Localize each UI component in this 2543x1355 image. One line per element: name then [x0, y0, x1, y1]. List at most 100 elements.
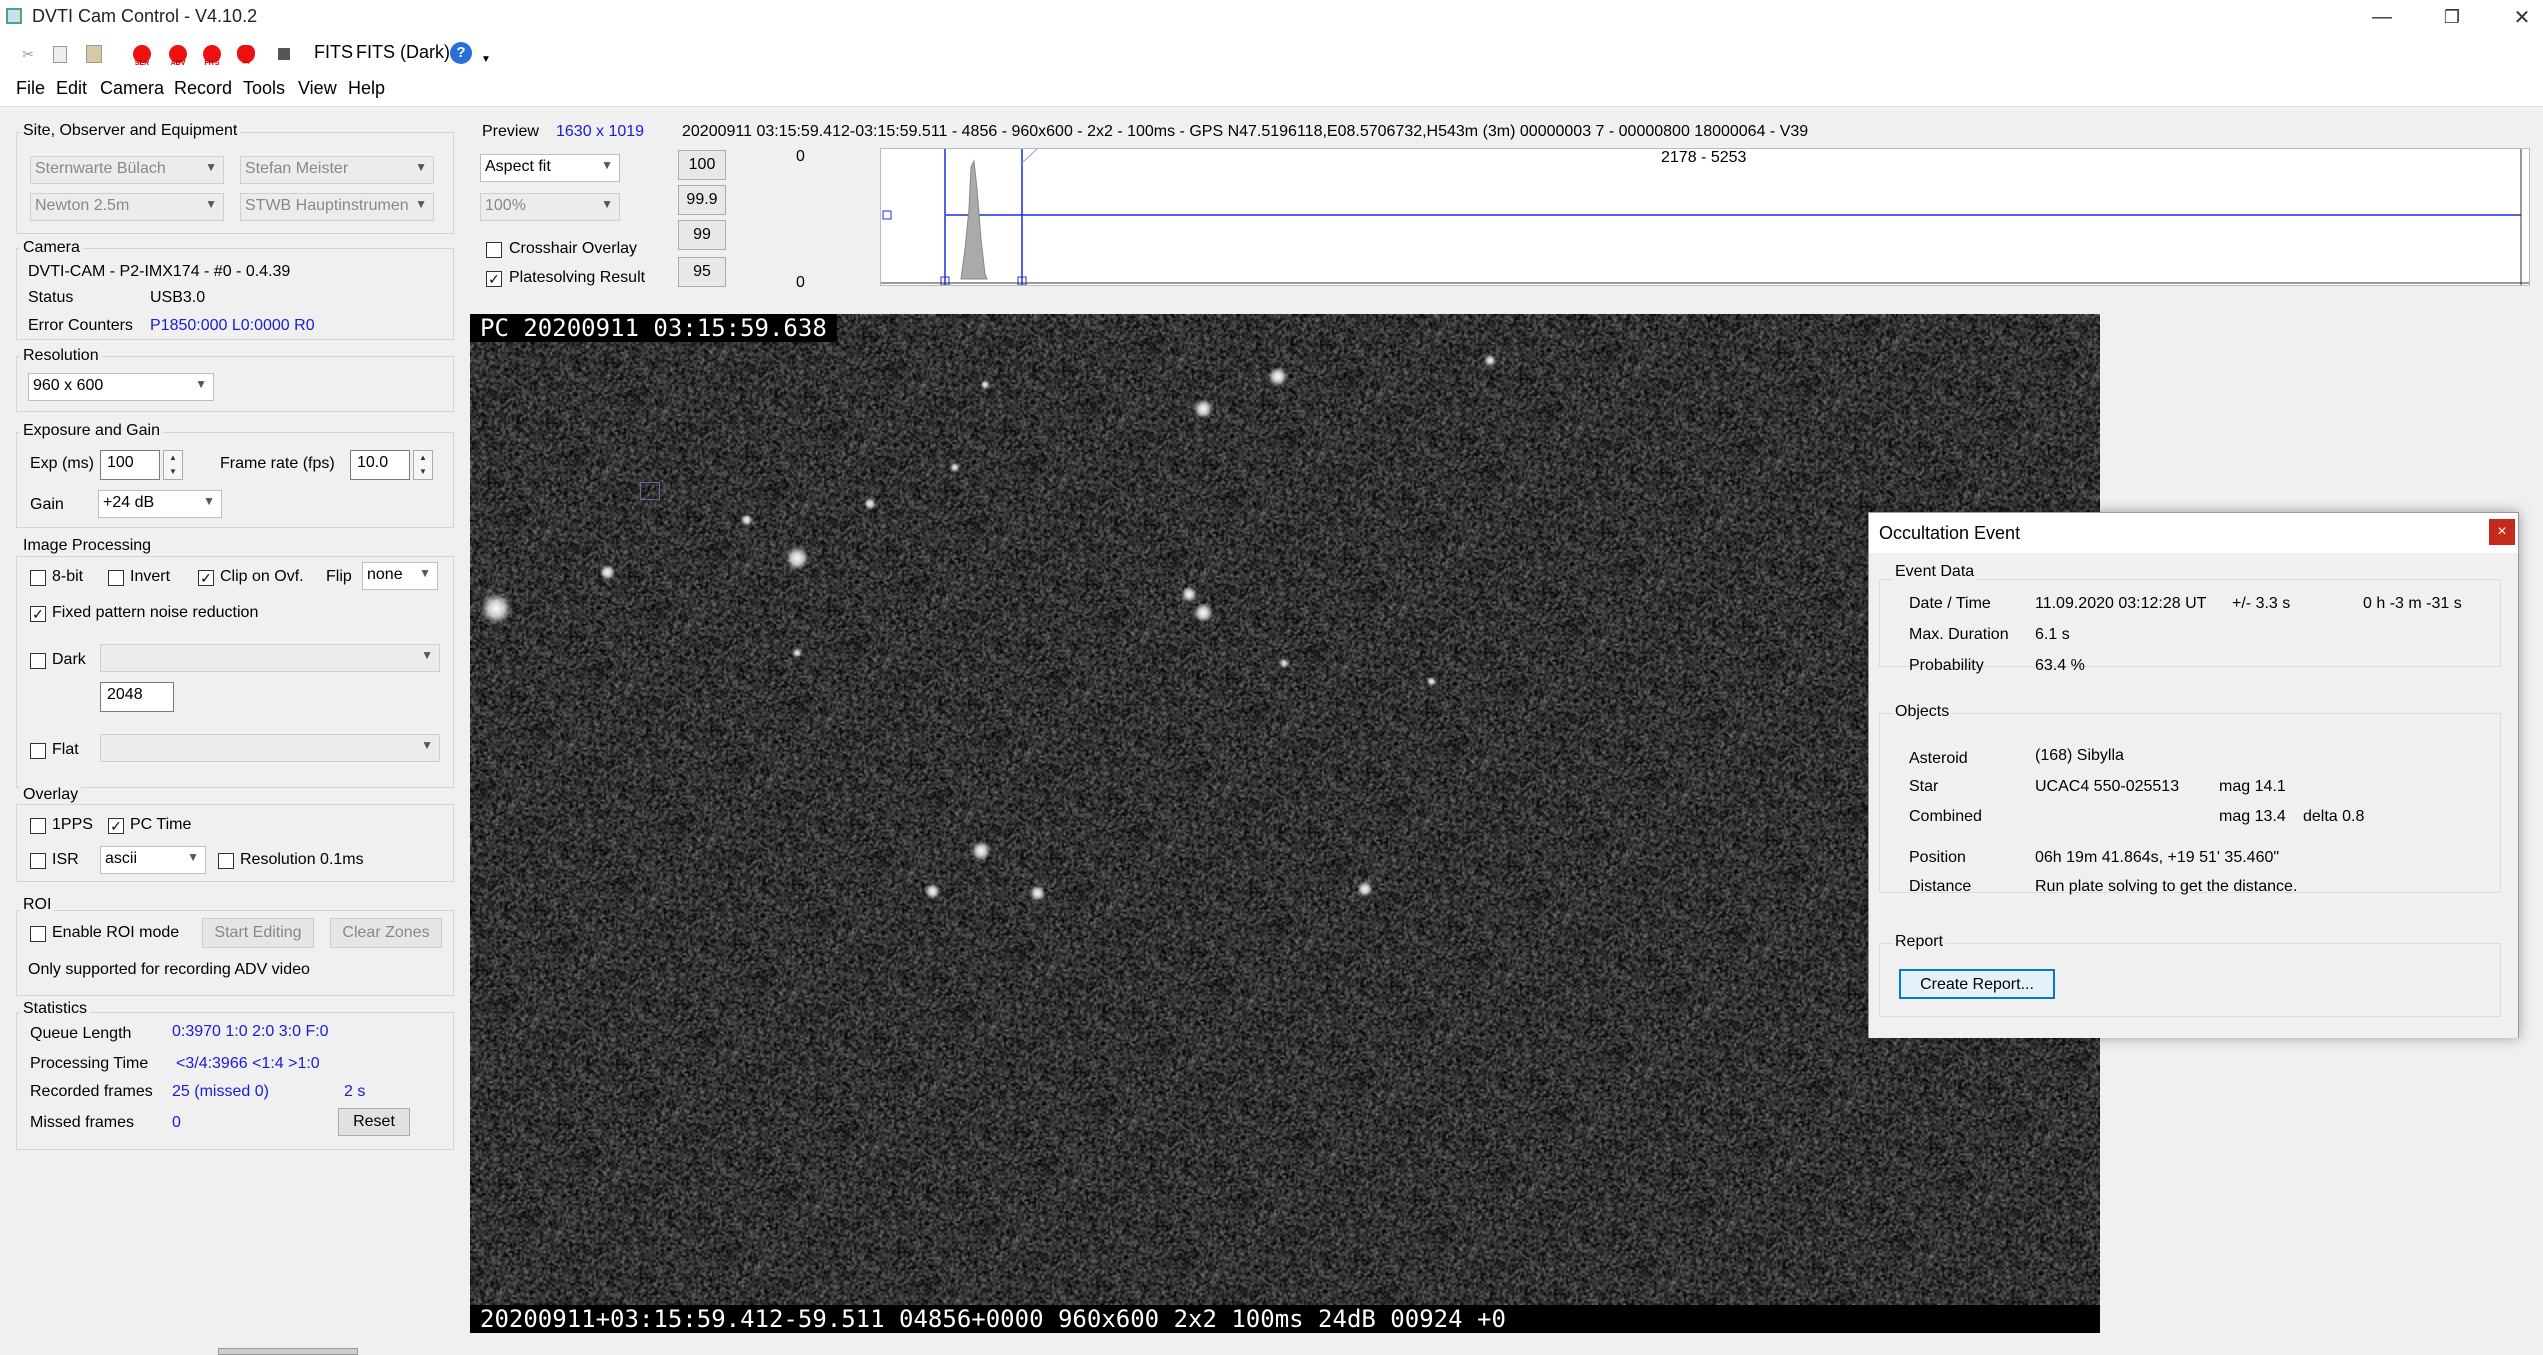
star-label: Star: [1909, 778, 1939, 795]
chevron-down-icon: ▼: [421, 738, 433, 752]
queue-length-label: Queue Length: [30, 1025, 132, 1042]
invert-checkbox[interactable]: [108, 570, 124, 586]
fit-select[interactable]: Aspect fit ▼: [480, 154, 620, 182]
preview-label: Preview: [482, 123, 539, 140]
instrument-select[interactable]: STWB Hauptinstrumen ▼: [240, 193, 434, 221]
menu-file[interactable]: File: [16, 78, 45, 99]
distance-label: Distance: [1909, 878, 1972, 895]
objects-title: Objects: [1893, 703, 1952, 721]
star-field-canvas: [470, 314, 2100, 1333]
record-sequence-icon[interactable]: •••: [232, 40, 260, 68]
exposure-group-title: Exposure and Gain: [20, 422, 163, 440]
8bit-checkbox[interactable]: [30, 570, 46, 586]
start-editing-button[interactable]: Start Editing: [202, 918, 314, 948]
exposure-group: [16, 432, 454, 528]
resolution-01ms-label: Resolution 0.1ms: [240, 851, 364, 868]
dialog-close-button[interactable]: ×: [2489, 519, 2515, 545]
flat-checkbox[interactable]: [30, 743, 46, 759]
chevron-down-icon: ▼: [421, 648, 433, 662]
horizontal-scrollbar[interactable]: [218, 1348, 358, 1355]
restore-button[interactable]: ❐: [2420, 0, 2484, 34]
level-95-button[interactable]: 95: [678, 257, 726, 287]
resolution-select[interactable]: 960 x 600 ▼: [28, 373, 214, 401]
histogram[interactable]: 2178 - 5253: [880, 148, 2530, 286]
observer-select[interactable]: Stefan Meister ▼: [240, 156, 434, 184]
fpn-checkbox[interactable]: ✓: [30, 606, 46, 622]
error-counters-value: P1850:000 L0:0000 R0: [150, 317, 315, 334]
exposure-stepper[interactable]: ▲ ▼: [163, 450, 183, 480]
menu-view[interactable]: View: [298, 78, 337, 99]
dark-frame-select[interactable]: ▼: [100, 644, 440, 672]
roi-checkbox[interactable]: [30, 926, 46, 942]
paste-icon[interactable]: [80, 40, 108, 68]
menu-camera[interactable]: Camera: [100, 78, 164, 99]
stop-icon[interactable]: [270, 40, 298, 68]
exposure-input[interactable]: 100: [100, 450, 160, 480]
crosshair-checkbox[interactable]: [486, 242, 502, 258]
record-ser-icon[interactable]: SER: [128, 40, 156, 68]
chevron-down-icon: ▼: [419, 566, 431, 580]
telescope-select[interactable]: Newton 2.5m ▼: [30, 193, 224, 221]
occultation-dialog: Occultation Event × Event Data Date / Ti…: [1868, 512, 2519, 1038]
duration-value: 6.1 s: [2035, 626, 2070, 643]
fits-dark-button[interactable]: FITS (Dark): [356, 42, 450, 63]
toolbar: ✂ SER ADV FITS ••• FITS FITS (Dark) ? ▼: [0, 34, 2543, 74]
record-fits-icon[interactable]: FITS: [198, 40, 226, 68]
clip-label: Clip on Ovf.: [220, 568, 304, 585]
reset-button[interactable]: Reset: [338, 1108, 410, 1136]
dialog-title: Occultation Event: [1879, 523, 2021, 543]
star-image[interactable]: PC 20200911 03:15:59.638 20200911+03:15:…: [470, 314, 2100, 1333]
dark-value-input[interactable]: 2048: [100, 682, 174, 712]
frame-rate-input[interactable]: 10.0: [350, 450, 410, 480]
menu-record[interactable]: Record: [174, 78, 232, 99]
chevron-down-icon: ▼: [415, 160, 427, 174]
chevron-down-icon: ▼: [203, 494, 215, 508]
isr-select[interactable]: ascii ▼: [100, 846, 206, 874]
record-adv-icon[interactable]: ADV: [164, 40, 192, 68]
help-icon[interactable]: ?: [450, 42, 472, 64]
missed-frames-value: 0: [172, 1114, 181, 1131]
processing-group-title: Image Processing: [20, 537, 155, 555]
flat-label: Flat: [52, 741, 79, 758]
menu-edit[interactable]: Edit: [56, 78, 87, 99]
status-value: USB3.0: [150, 289, 206, 306]
close-button[interactable]: ✕: [2490, 0, 2543, 34]
create-report-button[interactable]: Create Report...: [1899, 969, 2055, 999]
1pps-checkbox[interactable]: [30, 818, 46, 834]
position-label: Position: [1909, 849, 1966, 866]
probability-label: Probability: [1909, 657, 1984, 674]
isr-checkbox[interactable]: [30, 853, 46, 869]
copy-icon[interactable]: [46, 40, 74, 68]
event-data-group: [1879, 579, 2501, 667]
asteroid-value: (168) Sibylla: [2035, 747, 2124, 764]
frame-rate-stepper[interactable]: ▲ ▼: [413, 450, 433, 480]
status-label: Status: [28, 289, 74, 306]
gain-select[interactable]: +24 dB ▼: [98, 490, 222, 518]
clear-zones-button[interactable]: Clear Zones: [330, 918, 442, 948]
level-99-button[interactable]: 99: [678, 220, 726, 250]
resolution-01ms-checkbox[interactable]: [218, 853, 234, 869]
fits-button[interactable]: FITS: [314, 42, 353, 63]
cut-icon[interactable]: ✂: [14, 40, 42, 68]
minimize-button[interactable]: —: [2350, 0, 2414, 34]
level-99-9-button[interactable]: 99.9: [678, 185, 726, 215]
camera-group-title: Camera: [20, 239, 83, 257]
menu-tools[interactable]: Tools: [243, 78, 285, 99]
preview-size: 1630 x 1019: [556, 123, 645, 140]
flat-frame-select[interactable]: ▼: [100, 734, 440, 762]
level-100-button[interactable]: 100: [678, 150, 726, 180]
menu-help[interactable]: Help: [348, 78, 385, 99]
observatory-select[interactable]: Sternwarte Bülach ▼: [30, 156, 224, 184]
flip-select[interactable]: none ▼: [362, 562, 438, 590]
dark-checkbox[interactable]: [30, 653, 46, 669]
histogram-plot: [881, 149, 2529, 285]
combined-magnitude: mag 13.4: [2219, 808, 2286, 825]
frame-info: 20200911 03:15:59.412-03:15:59.511 - 485…: [682, 123, 1809, 140]
clip-checkbox[interactable]: ✓: [198, 570, 214, 586]
chevron-down-icon[interactable]: ▼: [481, 54, 491, 65]
dark-label: Dark: [52, 651, 86, 668]
platesolving-checkbox[interactable]: ✓: [486, 271, 502, 287]
zoom-select[interactable]: 100% ▼: [480, 193, 620, 221]
pc-time-checkbox[interactable]: ✓: [108, 818, 124, 834]
resolution-group-title: Resolution: [20, 347, 102, 365]
